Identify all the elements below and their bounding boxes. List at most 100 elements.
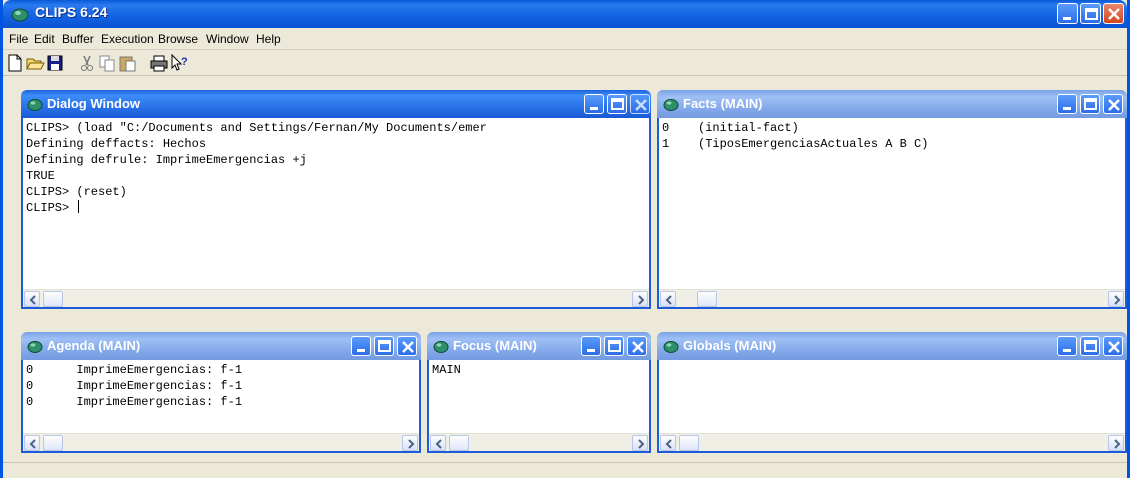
scroll-right-button[interactable] [632, 291, 648, 307]
clips-window-icon [663, 339, 679, 358]
focus-window[interactable]: Focus (MAIN) MAIN [427, 332, 651, 453]
close-button[interactable] [397, 336, 417, 356]
minimize-button[interactable] [1057, 336, 1077, 356]
dialog-console[interactable]: CLIPS> (load "C:/Documents and Settings/… [23, 118, 649, 289]
horizontal-scrollbar[interactable] [429, 433, 649, 451]
globals-window-titlebar[interactable]: Globals (MAIN) [657, 332, 1127, 360]
mdi-client-area: Dialog Window CLIPS> (load "C:/Documents… [11, 90, 1127, 460]
scroll-left-button[interactable] [430, 435, 446, 451]
toolbar: ? [3, 50, 1127, 76]
horizontal-scrollbar[interactable] [659, 433, 1125, 451]
save-disk-icon[interactable] [45, 53, 65, 73]
close-button[interactable] [627, 336, 647, 356]
scrollbar-thumb[interactable] [697, 291, 717, 307]
minimize-button[interactable] [1057, 3, 1078, 24]
maximize-icon [1084, 98, 1097, 110]
agenda-list: 0 ImprimeEmergencias: f-1 0 ImprimeEmerge… [23, 360, 419, 433]
print-icon[interactable] [149, 53, 169, 73]
minimize-icon [587, 349, 595, 352]
scroll-right-button[interactable] [402, 435, 418, 451]
minimize-button[interactable] [351, 336, 371, 356]
minimize-button[interactable] [1057, 94, 1077, 114]
maximize-button[interactable] [607, 94, 627, 114]
horizontal-scrollbar[interactable] [23, 433, 419, 451]
open-folder-icon[interactable] [25, 53, 45, 73]
maximize-button[interactable] [604, 336, 624, 356]
facts-window[interactable]: Facts (MAIN) 0 (initial-fact) 1 (TiposEme… [657, 90, 1127, 309]
globals-window-title: Globals (MAIN) [683, 338, 777, 353]
close-button[interactable] [1103, 336, 1123, 356]
arrow-right-icon [408, 439, 415, 449]
minimize-icon [1063, 107, 1071, 110]
dialog-window-title: Dialog Window [47, 96, 141, 111]
menu-help[interactable]: Help [256, 32, 281, 46]
close-button[interactable] [1103, 3, 1124, 24]
console-line: CLIPS> (load "C:/Documents and Settings/… [26, 121, 487, 135]
dialog-window-titlebar[interactable]: Dialog Window [21, 90, 651, 118]
minimize-icon [590, 107, 598, 110]
globals-window[interactable]: Globals (MAIN) [657, 332, 1127, 453]
cut-scissors-icon[interactable] [77, 53, 97, 73]
maximize-icon [378, 340, 391, 352]
horizontal-scrollbar[interactable] [659, 289, 1125, 307]
arrow-right-icon [638, 439, 645, 449]
console-line: CLIPS> [26, 201, 77, 215]
clips-window-icon [663, 97, 679, 116]
menu-edit[interactable]: Edit [34, 32, 55, 46]
activation-row: 0 ImprimeEmergencias: f-1 [26, 363, 243, 377]
new-file-icon[interactable] [5, 53, 25, 73]
globals-list [659, 360, 1125, 433]
agenda-window[interactable]: Agenda (MAIN) 0 ImprimeEmergencias: f-1 0… [21, 332, 421, 453]
maximize-icon [611, 98, 624, 110]
console-prompt-line[interactable]: CLIPS> [26, 200, 646, 216]
app-title: CLIPS 6.24 [35, 4, 108, 20]
console-line: CLIPS> (reset) [26, 185, 127, 199]
menu-browse[interactable]: Browse [158, 32, 198, 46]
help-pointer-icon[interactable]: ? [169, 53, 189, 73]
close-icon [402, 341, 414, 353]
scrollbar-thumb[interactable] [679, 435, 699, 451]
menu-window[interactable]: Window [206, 32, 249, 46]
status-bar [3, 462, 1127, 478]
maximize-button[interactable] [1080, 3, 1101, 24]
menu-file[interactable]: File [9, 32, 28, 46]
agenda-window-titlebar[interactable]: Agenda (MAIN) [21, 332, 421, 360]
scroll-right-button[interactable] [1108, 291, 1124, 307]
scroll-left-button[interactable] [24, 291, 40, 307]
facts-window-titlebar[interactable]: Facts (MAIN) [657, 90, 1127, 118]
maximize-button[interactable] [374, 336, 394, 356]
scrollbar-thumb[interactable] [449, 435, 469, 451]
copy-icon[interactable] [97, 53, 117, 73]
title-bar[interactable]: CLIPS 6.24 [3, 0, 1127, 28]
maximize-button[interactable] [1080, 336, 1100, 356]
scroll-left-button[interactable] [660, 291, 676, 307]
maximize-icon [608, 340, 621, 352]
close-icon [1108, 8, 1120, 20]
paste-icon[interactable] [117, 53, 137, 73]
console-line: Defining deffacts: Hechos [26, 137, 207, 151]
activation-row: 0 ImprimeEmergencias: f-1 [26, 379, 243, 393]
close-button[interactable] [1103, 94, 1123, 114]
focus-window-titlebar[interactable]: Focus (MAIN) [427, 332, 651, 360]
scrollbar-thumb[interactable] [43, 435, 63, 451]
minimize-button[interactable] [581, 336, 601, 356]
scroll-left-button[interactable] [24, 435, 40, 451]
scrollbar-thumb[interactable] [43, 291, 63, 307]
clips-main-window: CLIPS 6.24 File Edit Buffer Execution Br… [0, 0, 1130, 478]
menu-execution[interactable]: Execution [101, 32, 154, 46]
arrow-left-icon [665, 439, 672, 449]
dialog-window[interactable]: Dialog Window CLIPS> (load "C:/Documents… [21, 90, 651, 309]
arrow-left-icon [665, 295, 672, 305]
maximize-button[interactable] [1080, 94, 1100, 114]
activation-row: 0 ImprimeEmergencias: f-1 [26, 395, 243, 409]
horizontal-scrollbar[interactable] [23, 289, 649, 307]
text-cursor [78, 200, 80, 213]
scroll-right-button[interactable] [632, 435, 648, 451]
scroll-right-button[interactable] [1108, 435, 1124, 451]
scroll-left-button[interactable] [660, 435, 676, 451]
menu-buffer[interactable]: Buffer [62, 32, 94, 46]
minimize-button[interactable] [584, 94, 604, 114]
facts-window-title: Facts (MAIN) [683, 96, 763, 111]
close-button[interactable] [630, 94, 650, 114]
clips-app-icon [11, 6, 29, 26]
